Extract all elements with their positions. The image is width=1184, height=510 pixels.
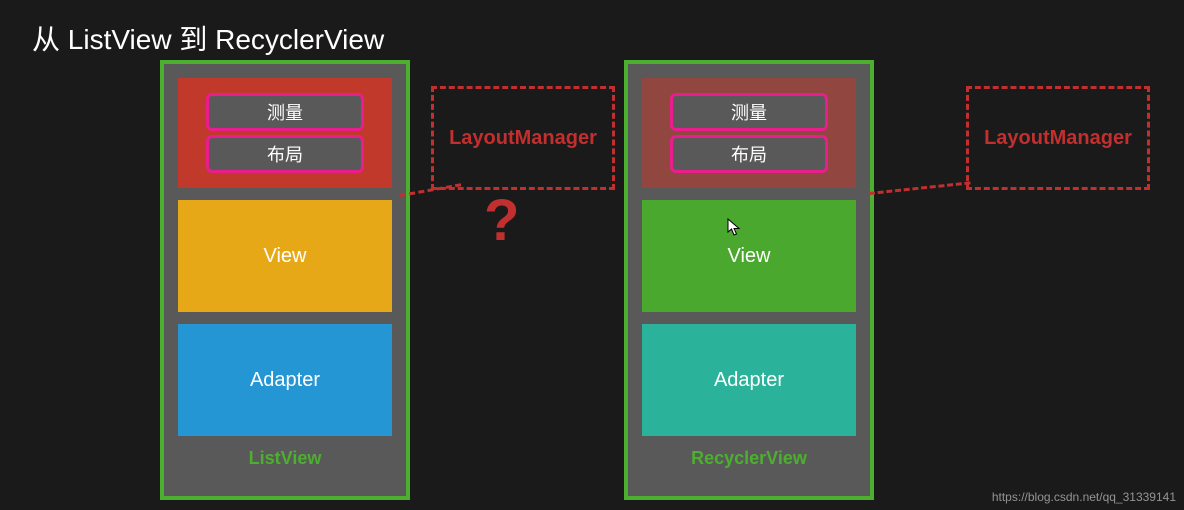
recyclerview-measure-pill: 测量	[670, 93, 828, 131]
recyclerview-layout-pill: 布局	[670, 135, 828, 173]
listview-view-block: View	[178, 200, 392, 312]
listview-layout-pill: 布局	[206, 135, 364, 173]
recyclerview-caption: RecyclerView	[642, 448, 856, 469]
recyclerview-top-block: 测量 布局	[642, 78, 856, 188]
listview-callout: LayoutManager	[431, 86, 615, 190]
listview-callout-label: LayoutManager	[449, 127, 597, 150]
listview-top-block: 测量 布局	[178, 78, 392, 188]
credit-text: https://blog.csdn.net/qq_31339141	[992, 490, 1176, 504]
listview-diagram: 测量 布局 View Adapter ListView	[160, 60, 410, 500]
question-mark-icon: ?	[484, 192, 519, 250]
page-title: 从 ListView 到 RecyclerView	[32, 18, 384, 58]
recyclerview-connector	[869, 181, 971, 195]
listview-caption: ListView	[178, 448, 392, 469]
listview-adapter-block: Adapter	[178, 324, 392, 436]
recyclerview-view-block: View	[642, 200, 856, 312]
recyclerview-diagram: 测量 布局 View Adapter RecyclerView	[624, 60, 874, 500]
recyclerview-callout-label: LayoutManager	[984, 127, 1132, 150]
recyclerview-callout: LayoutManager	[966, 86, 1150, 190]
recyclerview-adapter-block: Adapter	[642, 324, 856, 436]
listview-measure-pill: 测量	[206, 93, 364, 131]
